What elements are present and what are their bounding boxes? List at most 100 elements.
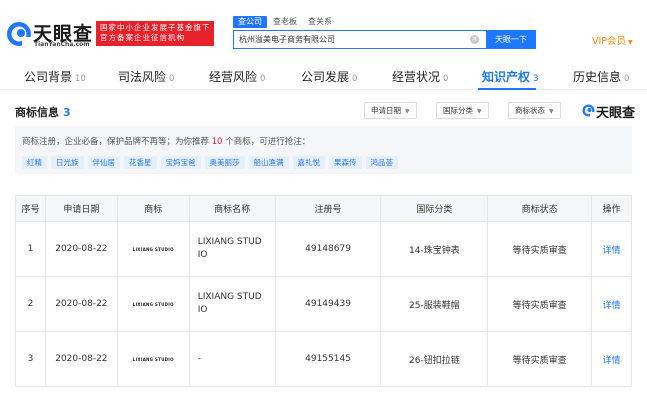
trademark-image[interactable]: LIXIANG STUDIO — [116, 276, 190, 332]
cell-name: LIXIANG STUD IO — [188, 221, 276, 277]
filter-label: 申请日期 — [371, 106, 401, 115]
trademark-image[interactable]: LIXIANG STUDIO — [116, 221, 190, 277]
cell-class: 14-珠宝钟表 — [380, 221, 489, 277]
tab-operation-status[interactable]: 经营状况 0 — [392, 68, 448, 85]
promo-line-2: 官方备案企业征信机构 — [100, 33, 185, 42]
recommend-tag[interactable]: 伴仙居 — [87, 156, 120, 169]
cell-name: - — [188, 331, 276, 387]
trademark-logo-text: LIXIANG STUDIO — [132, 247, 174, 252]
cell-reg-no: 49148679 — [274, 221, 382, 277]
eye-logo-icon — [582, 104, 595, 117]
recommend-tag[interactable]: 日光族 — [51, 156, 84, 169]
trademark-recommend-box: 商标注册，企业必备，保护品牌不再等；为你推荐 10 个商标，可进行抢注： 红精日… — [15, 126, 632, 174]
cell-reg-no: 49149439 — [274, 276, 382, 332]
recommend-tag[interactable]: 宝妈宝爸 — [160, 156, 201, 169]
recommend-tag[interactable]: 嘉礼悦 — [292, 156, 325, 169]
search-tab-relation[interactable]: 查关系 — [303, 16, 337, 28]
caret-down-icon: ▼ — [405, 108, 410, 115]
tab-count: 0 — [624, 74, 630, 84]
cell-status: 等待实质审查 — [487, 331, 593, 387]
tab-count: 0 — [443, 74, 449, 84]
table-row: 1 2020-08-22 LIXIANG STUDIO LIXIANG STUD… — [15, 221, 632, 277]
recommend-text: 商标注册，企业必备，保护品牌不再等；为你推荐 10 个商标，可进行抢注： — [22, 135, 310, 147]
tab-count: 10 — [75, 74, 86, 84]
cell-name: LIXIANG STUD IO — [188, 276, 276, 332]
tab-company-development[interactable]: 公司发展 0 — [301, 68, 357, 85]
col-header-reg-no: 注册号 — [274, 195, 382, 222]
company-nav-tabs: 公司背景 10 司法风险 0 经营风险 0 公司发展 0 经营状况 0 知识产权 3 历史信… — [0, 60, 647, 90]
recommend-tag[interactable]: 鸿品荟 — [365, 156, 398, 169]
cell-no: 2 — [15, 276, 46, 332]
trademark-table: 序号 申请日期 商标 商标名称 注册号 国际分类 商标状态 操作 1 2020-… — [15, 195, 632, 387]
trademark-logo-text: LIXIANG STUDIO — [132, 357, 174, 362]
tab-label: 历史信息 — [573, 70, 622, 84]
recommend-tag[interactable]: 花香星 — [124, 156, 157, 169]
search-input[interactable] — [234, 31, 474, 48]
tab-intellectual-property[interactable]: 知识产权 3 — [482, 68, 538, 85]
search-type-tabs: 查公司 查老板 查关系 — [233, 16, 338, 30]
recommend-tag[interactable]: 船山渔满 — [248, 156, 289, 169]
tab-operation-risk[interactable]: 经营风险 0 — [209, 68, 265, 85]
filter-label: 商标状态 — [515, 106, 545, 115]
recommend-count: 10 — [211, 137, 223, 147]
name-line-2: IO — [197, 250, 208, 260]
detail-link[interactable]: 详情 — [591, 331, 632, 387]
recommend-tags: 红精 日光族 伴仙居 花香星 宝妈宝爸 奥美丽莎 船山渔满 嘉礼悦 果森传 鸿品荟 — [22, 156, 402, 169]
tab-count: 0 — [352, 74, 358, 84]
detail-link[interactable]: 详情 — [591, 276, 632, 332]
tab-label: 经营风险 — [209, 70, 258, 84]
cell-date: 2020-08-22 — [44, 276, 118, 332]
table-header-row: 序号 申请日期 商标 商标名称 注册号 国际分类 商标状态 操作 — [15, 195, 632, 222]
caret-down-icon: ▼ — [477, 108, 482, 115]
filter-apply-date[interactable]: 申请日期 ▼ — [364, 102, 417, 119]
tab-history-info[interactable]: 历史信息 0 — [573, 68, 629, 85]
name-line-1: LIXIANG STUD — [197, 292, 262, 302]
cell-class: 25-服装鞋帽 — [380, 276, 489, 332]
filter-intl-class[interactable]: 国际分类 ▼ — [436, 102, 489, 119]
tianyancha-brand: 天眼查 — [582, 103, 637, 121]
search-tab-boss[interactable]: 查老板 — [268, 16, 302, 28]
recommend-tag[interactable]: 果森传 — [329, 156, 362, 169]
brand-text: 天眼查 — [596, 106, 636, 121]
trademark-image[interactable]: LIXIANG STUDIO — [116, 331, 190, 387]
col-header-date[interactable]: 申请日期 — [44, 195, 118, 222]
promo-line-1: 国家中小企业发展子基金旗下 — [100, 23, 211, 32]
recommend-tag[interactable]: 红精 — [22, 156, 47, 169]
name-line-1: LIXIANG STUD — [197, 237, 262, 247]
trademark-logo-text: LIXIANG STUDIO — [132, 302, 174, 307]
tab-company-background[interactable]: 公司背景 10 — [24, 68, 86, 85]
tab-label: 公司背景 — [24, 70, 73, 84]
cell-date: 2020-08-22 — [44, 221, 118, 277]
col-header-name: 商标名称 — [188, 195, 276, 222]
section-title: 商标信息 3 — [15, 104, 71, 120]
clear-icon[interactable]: × — [470, 35, 479, 44]
filter-label: 国际分类 — [443, 106, 473, 115]
table-row: 2 2020-08-22 LIXIANG STUDIO LIXIANG STUD… — [15, 276, 632, 332]
cell-no: 3 — [15, 331, 46, 387]
name-line-1: - — [197, 353, 201, 364]
recommend-text-before: 商标注册，企业必备，保护品牌不再等；为你推荐 — [22, 137, 212, 147]
recommend-tag[interactable]: 奥美丽莎 — [204, 156, 245, 169]
col-header-logo: 商标 — [116, 195, 190, 222]
tab-count: 0 — [260, 74, 266, 84]
col-header-action: 操作 — [591, 195, 632, 222]
detail-link[interactable]: 详情 — [591, 221, 632, 277]
cell-status: 等待实质审查 — [487, 276, 593, 332]
search-tab-company[interactable]: 查公司 — [233, 16, 267, 28]
tab-count: 0 — [169, 74, 175, 84]
caret-down-icon: ▼ — [628, 39, 633, 46]
site-logo[interactable]: 天眼查 TianYanCha.com — [6, 20, 94, 50]
tab-legal-risk[interactable]: 司法风险 0 — [118, 68, 174, 85]
tab-count: 3 — [533, 74, 539, 84]
cell-reg-no: 49155145 — [274, 331, 382, 387]
col-header-status: 商标状态 — [487, 195, 593, 222]
section-count: 3 — [63, 106, 71, 119]
tab-label: 知识产权 — [482, 70, 531, 84]
cell-class: 26-钮扣拉链 — [380, 331, 489, 387]
tab-label: 经营状况 — [392, 70, 441, 84]
vip-menu[interactable]: VIP会员 ▼ — [592, 33, 633, 47]
filter-trademark-status[interactable]: 商标状态 ▼ — [508, 102, 561, 119]
col-header-class: 国际分类 — [380, 195, 489, 222]
search-button[interactable]: 天眼一下 — [486, 30, 536, 49]
tab-label: 公司发展 — [301, 70, 350, 84]
